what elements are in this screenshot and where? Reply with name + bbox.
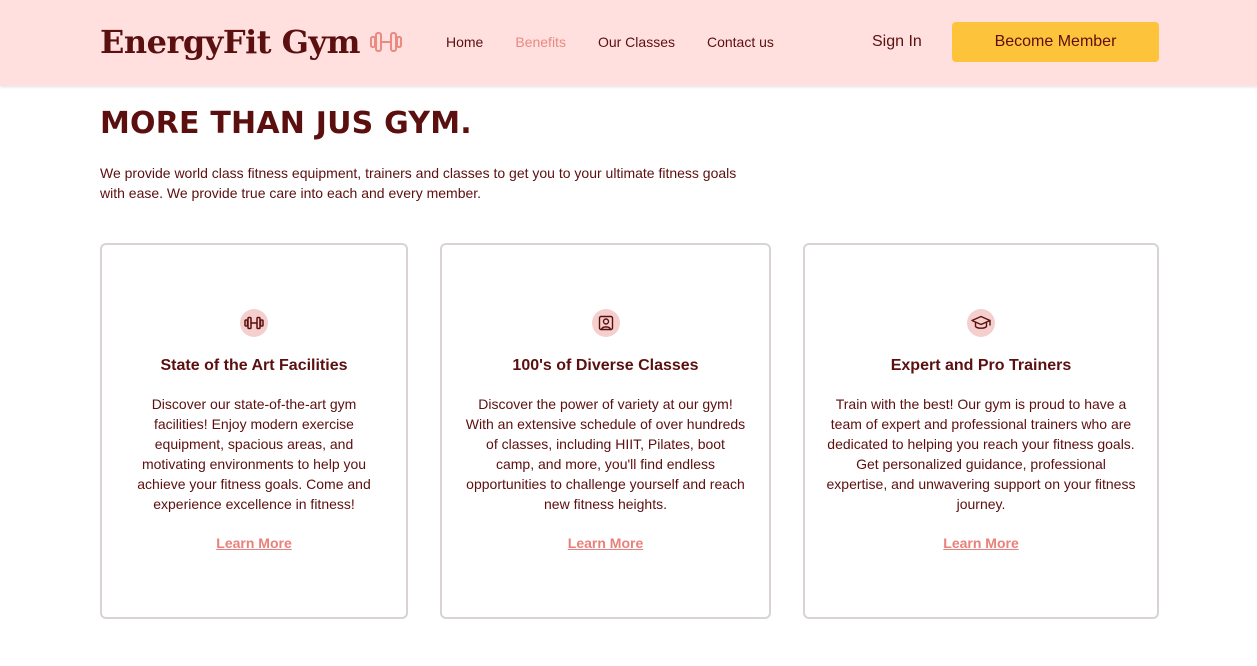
nav-link-contact-us[interactable]: Contact us bbox=[707, 32, 774, 52]
graduation-cap-icon bbox=[967, 309, 995, 337]
dumbbell-icon bbox=[369, 31, 402, 53]
benefit-title: Expert and Pro Trainers bbox=[890, 357, 1072, 374]
nav-link-benefits[interactable]: Benefits bbox=[515, 32, 566, 52]
nav-link-our-classes[interactable]: Our Classes bbox=[598, 32, 675, 52]
brand-name[interactable]: EnergyFit Gym bbox=[100, 22, 360, 62]
benefit-card-classes: 100's of Diverse Classes Discover the po… bbox=[440, 243, 771, 619]
learn-more-link[interactable]: Learn More bbox=[102, 533, 406, 553]
learn-more-link[interactable]: Learn More bbox=[442, 533, 769, 553]
main-nav: Home Benefits Our Classes Contact us bbox=[446, 32, 774, 52]
sign-in-link[interactable]: Sign In bbox=[872, 31, 922, 53]
dumbbell-icon bbox=[240, 309, 268, 337]
benefit-card-facilities: State of the Art Facilities Discover our… bbox=[100, 243, 408, 619]
benefit-card-trainers: Expert and Pro Trainers Train with the b… bbox=[803, 243, 1159, 619]
learn-more-link[interactable]: Learn More bbox=[805, 533, 1157, 553]
navbar: EnergyFit Gym Home Benefits Our Classes … bbox=[0, 0, 1257, 86]
benefit-description: Train with the best! Our gym is proud to… bbox=[826, 396, 1136, 512]
intro-text: We provide world class fitness equipment… bbox=[100, 165, 737, 201]
user-portrait-icon bbox=[591, 309, 620, 337]
benefit-description: Discover the power of variety at our gym… bbox=[465, 396, 746, 512]
brand-logo[interactable]: EnergyFit Gym bbox=[100, 22, 402, 62]
benefit-title: State of the Art Facilities bbox=[160, 357, 348, 374]
become-member-button[interactable]: Become Member bbox=[952, 22, 1159, 62]
benefit-title: 100's of Diverse Classes bbox=[512, 357, 699, 374]
benefit-description: Discover our state-of-the-art gym facili… bbox=[137, 396, 371, 512]
nav-link-home[interactable]: Home bbox=[446, 32, 483, 52]
page-title: MORE THAN JUS GYM. bbox=[100, 106, 472, 141]
